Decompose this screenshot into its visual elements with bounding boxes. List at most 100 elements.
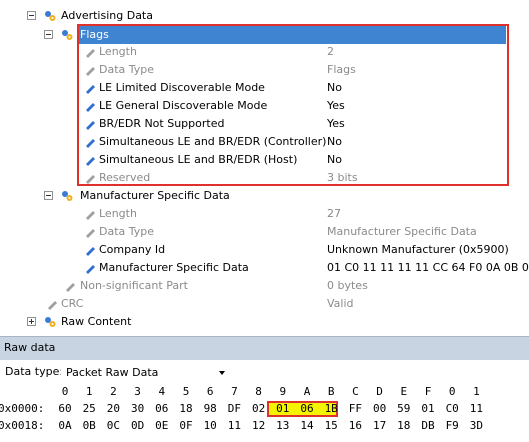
hex-column-label: 3 [134,385,141,398]
hex-byte[interactable]: 30 [127,401,149,417]
field-gray-icon [86,211,95,220]
node-label: Flags [80,28,109,41]
hex-column-label: 1 [85,385,93,398]
hex-byte[interactable]: 20 [102,401,124,417]
hex-byte[interactable]: 0C [102,418,124,434]
hex-byte[interactable]: 15 [320,418,342,434]
field-blue-icon [86,247,95,256]
hex-byte[interactable]: 02 [248,401,270,417]
hex-byte[interactable]: FF [344,401,366,417]
gears-icon [62,191,73,201]
field-blue-icon [86,157,95,166]
tree-node-flags[interactable]: Flags [0,26,529,44]
field-label: Data Type [99,63,155,76]
node-label: Raw Content [61,315,132,328]
field-value: Valid [327,297,354,310]
collapse-icon[interactable] [44,30,53,39]
hex-byte[interactable]: 3D [465,418,487,434]
hex-byte[interactable]: 11 [223,418,245,434]
hex-byte[interactable]: 01 [272,401,294,417]
field-value: 3 bits [327,171,358,184]
field-le-limited-discoverable[interactable]: LE Limited Discoverable Mode No [0,79,529,97]
hex-byte[interactable]: 25 [78,401,100,417]
hex-byte[interactable]: 18 [175,401,197,417]
data-type-bar: Data type: Packet Raw Data [0,362,529,383]
hex-byte[interactable]: 06 [296,401,318,417]
hex-byte[interactable]: DB [417,418,439,434]
field-label: CRC [61,297,84,310]
hex-byte[interactable]: C0 [441,401,463,417]
field-company-id[interactable]: Company Id Unknown Manufacturer (0x5900) [0,241,529,259]
collapse-icon[interactable] [44,191,53,200]
field-label: Length [99,45,137,58]
hex-column-label: B [327,385,335,398]
field-gray-icon [86,49,95,58]
hex-byte[interactable]: 17 [369,418,391,434]
field-reserved[interactable]: Reserved 3 bits [0,169,529,187]
raw-data-header: Raw data [0,336,529,360]
hex-byte[interactable]: DF [223,401,245,417]
field-blue-icon [86,121,95,130]
hex-byte[interactable]: 11 [465,401,487,417]
field-sim-le-bredr-controller[interactable]: Simultaneous LE and BR/EDR (Controller) … [0,133,529,151]
expand-icon[interactable] [27,317,36,326]
field-value: No [327,135,342,148]
data-type-label: Data type: [5,365,64,378]
hex-byte[interactable]: 0E [151,418,173,434]
field-sim-le-bredr-host[interactable]: Simultaneous LE and BR/EDR (Host) No [0,151,529,169]
hex-byte[interactable]: 1B [320,401,342,417]
field-le-general-discoverable[interactable]: LE General Discoverable Mode Yes [0,97,529,115]
field-value: 0 bytes [327,279,368,292]
field-data-type[interactable]: Data Type Manufacturer Specific Data [0,223,529,241]
field-blue-icon [86,85,95,94]
chevron-down-icon[interactable] [219,371,225,375]
hex-byte[interactable]: F9 [441,418,463,434]
field-gray-icon [66,283,75,292]
hex-byte[interactable]: 18 [393,418,415,434]
field-value: 27 [327,207,341,220]
field-label: Company Id [99,243,166,256]
field-crc[interactable]: CRC Valid [0,295,529,313]
hex-byte[interactable]: 12 [248,418,270,434]
hex-byte[interactable]: 14 [296,418,318,434]
field-length[interactable]: Length 2 [0,43,529,61]
tree-node-raw-content[interactable]: Raw Content [0,313,529,331]
data-type-select[interactable]: Packet Raw Data [61,364,229,383]
field-manufacturer-specific-data[interactable]: Manufacturer Specific Data 01 C0 11 11 1… [0,259,529,277]
node-label: Manufacturer Specific Data [80,189,230,202]
hex-column-label: 1 [473,385,480,398]
hex-byte[interactable]: 06 [151,401,173,417]
hex-byte[interactable]: 01 [417,401,439,417]
gears-icon [45,317,56,327]
hex-byte[interactable]: 59 [393,401,415,417]
field-label: LE Limited Discoverable Mode [99,81,265,94]
hex-byte[interactable]: 16 [344,418,366,434]
tree-node-advertising-data[interactable]: Advertising Data [0,7,529,25]
field-value: 01 C0 11 11 11 11 CC 64 F0 0A 0B 0C [327,261,529,274]
field-label: LE General Discoverable Mode [99,99,268,112]
field-gray-icon [48,301,57,310]
field-data-type[interactable]: Data Type Flags [0,61,529,79]
field-length[interactable]: Length 27 [0,205,529,223]
hex-byte[interactable]: 98 [199,401,221,417]
field-label: BR/EDR Not Supported [99,117,225,130]
tree-node-manufacturer-specific-data[interactable]: Manufacturer Specific Data [0,187,529,205]
hex-offset: 0x0000: [0,402,45,415]
hex-byte[interactable]: 0F [175,418,197,434]
hex-byte[interactable]: 60 [54,401,76,417]
hex-byte[interactable]: 0A [54,418,76,434]
hex-column-label: 9 [279,385,287,398]
hex-byte[interactable]: 0D [127,418,149,434]
hex-column-label: 8 [255,385,262,398]
hex-view[interactable]: 0123456789ABCDEF01 0x0000: 60 25 20 30 06 18 9… [0,384,529,442]
hex-byte[interactable]: 0B [78,418,100,434]
hex-byte[interactable]: 00 [369,401,391,417]
hex-byte[interactable]: 10 [199,418,221,434]
hex-byte[interactable]: 13 [272,418,294,434]
field-value: Flags [327,63,356,76]
collapse-icon[interactable] [27,11,36,20]
field-value: Unknown Manufacturer (0x5900) [327,243,509,256]
field-bredr-not-supported[interactable]: BR/EDR Not Supported Yes [0,115,529,133]
field-label: Length [99,207,137,220]
field-non-significant-part[interactable]: Non-significant Part 0 bytes [0,277,529,295]
